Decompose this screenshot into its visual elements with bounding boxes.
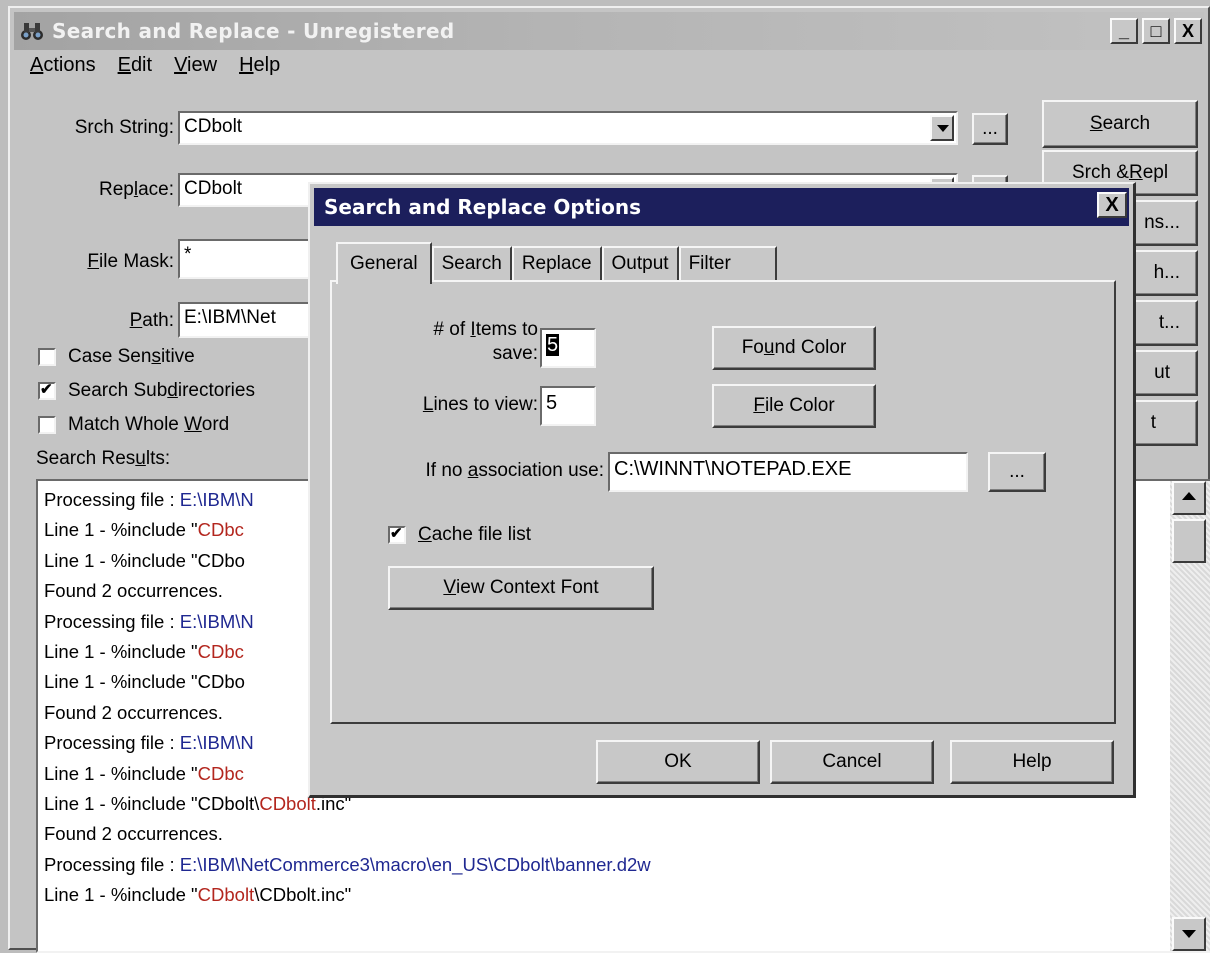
result-text: Line 1 - %include "CDbo (44, 549, 245, 571)
view-context-font-button[interactable]: View Context Font (388, 566, 654, 610)
case-sensitive-checkbox[interactable]: Case Sensitive (38, 346, 195, 368)
result-match: CDbolt (197, 884, 255, 906)
result-text: Line 1 - %include " (44, 519, 198, 541)
cancel-button[interactable]: Cancel (770, 740, 934, 784)
dialog-tabs: General Search Replace Output Filter (336, 242, 777, 284)
menu-view[interactable]: View (174, 54, 217, 77)
maximize-button[interactable]: □ (1142, 18, 1170, 44)
result-text: Line 1 - %include "CDbolt\ (44, 792, 260, 814)
srch-string-input[interactable]: CDbolt (178, 111, 958, 145)
result-text: Line 1 - %include " (44, 884, 198, 906)
help-button[interactable]: Help (950, 740, 1114, 784)
window-title: Search and Replace - Unregistered (52, 19, 455, 43)
search-subdirectories-label: Search Subdirectories (68, 380, 255, 401)
srch-string-browse-button[interactable]: ... (972, 113, 1008, 145)
replace-label: Replace: (98, 179, 174, 200)
association-value: C:\WINNT\NOTEPAD.EXE (614, 458, 852, 480)
dialog-close-button[interactable]: X (1097, 192, 1127, 218)
menu-actions[interactable]: Actions (30, 54, 96, 77)
match-whole-word-label: Match Whole Word (68, 414, 230, 435)
replace-value: CDbolt (184, 178, 243, 199)
srch-string-label: Srch String: (74, 117, 174, 138)
results-scrollbar[interactable] (1170, 481, 1210, 951)
association-label: If no association use: (425, 460, 604, 481)
file-mask-value: * (184, 244, 192, 265)
title-bar[interactable]: Search and Replace - Unregistered _ □ X (14, 12, 1204, 50)
case-sensitive-box[interactable] (38, 348, 56, 366)
cache-file-list-box[interactable] (388, 524, 406, 544)
search-button[interactable]: Search (1042, 100, 1198, 148)
search-subdirectories-checkbox[interactable]: Search Subdirectories (38, 380, 255, 402)
tab-filter[interactable]: Filter (678, 246, 777, 282)
cache-file-list-checkbox[interactable]: Cache file list (388, 524, 531, 546)
result-text: Processing file : (44, 610, 180, 632)
result-path: E:\IBM\NetCommerce3\macro\en_US\CDbolt\b… (179, 853, 651, 875)
result-line[interactable]: Line 1 - %include "CDbolt\CDbolt.inc" (44, 880, 1160, 910)
dialog-title: Search and Replace Options (324, 195, 642, 219)
menu-edit[interactable]: Edit (118, 54, 152, 77)
items-to-save-label: # of Items to save: (433, 319, 538, 364)
path-value: E:\IBM\Net (184, 307, 276, 328)
result-text: Line 1 - %include "CDbo (44, 671, 245, 693)
scroll-down-button[interactable] (1172, 917, 1206, 951)
result-text: Line 1 - %include " (44, 762, 198, 784)
result-path: E:\IBM\N (179, 489, 254, 510)
lines-to-view-input[interactable]: 5 (540, 386, 596, 426)
general-tab-panel: # of Items to save: 5 Lines to view: 5 F… (330, 280, 1116, 724)
association-browse-button[interactable]: ... (988, 452, 1046, 492)
result-match: CDbc (197, 519, 244, 541)
case-sensitive-label: Case Sensitive (68, 346, 195, 367)
result-text: Processing file : (44, 853, 180, 875)
ok-button[interactable]: OK (596, 740, 760, 784)
items-to-save-value: 5 (546, 334, 560, 356)
minimize-button[interactable]: _ (1110, 18, 1138, 44)
menu-bar: Actions Edit View Help (30, 54, 280, 77)
result-text: Line 1 - %include " (44, 640, 198, 662)
scroll-up-button[interactable] (1172, 481, 1206, 515)
options-dialog: Search and Replace Options X General Sea… (308, 182, 1136, 798)
file-mask-label: File Mask: (87, 251, 174, 272)
menu-help[interactable]: Help (239, 54, 280, 77)
result-match: CDbc (197, 762, 244, 784)
result-text: Found 2 occurrences. (44, 823, 223, 845)
result-text: Processing file : (44, 489, 180, 510)
match-whole-word-checkbox[interactable]: Match Whole Word (38, 414, 229, 436)
dialog-title-bar[interactable]: Search and Replace Options (314, 188, 1129, 226)
result-path: E:\IBM\N (179, 610, 254, 632)
tab-replace[interactable]: Replace (511, 246, 602, 282)
result-text: \CDbolt.inc" (254, 884, 352, 906)
result-text: Found 2 occurrences. (44, 701, 223, 723)
result-path: E:\IBM\N (179, 732, 254, 754)
file-color-button[interactable]: File Color (712, 384, 876, 428)
path-label: Path: (129, 310, 174, 331)
result-line[interactable]: Processing file : E:\IBM\NetCommerce3\ma… (44, 850, 1160, 880)
result-text: Found 2 occurrences. (44, 580, 223, 602)
items-to-save-input[interactable]: 5 (540, 328, 596, 368)
binoculars-icon (21, 23, 43, 40)
srch-string-value: CDbolt (184, 116, 243, 137)
result-line[interactable]: Found 2 occurrences. (44, 819, 1160, 849)
close-button[interactable]: X (1174, 18, 1202, 44)
tab-general[interactable]: General (336, 242, 432, 284)
search-subdirectories-box[interactable] (38, 380, 56, 400)
cache-file-list-label: Cache file list (418, 524, 532, 545)
lines-to-view-value: 5 (546, 392, 558, 414)
tab-output[interactable]: Output (601, 246, 679, 282)
lines-to-view-label: Lines to view: (422, 394, 538, 415)
scroll-thumb[interactable] (1172, 519, 1206, 563)
result-text: Processing file : (44, 732, 180, 754)
tab-search[interactable]: Search (431, 246, 512, 282)
match-whole-word-box[interactable] (38, 416, 56, 434)
association-input[interactable]: C:\WINNT\NOTEPAD.EXE (608, 452, 968, 492)
result-match: CDbc (197, 640, 244, 662)
found-color-button[interactable]: Fo u nd Color (712, 326, 876, 370)
srch-string-dropdown-arrow[interactable] (930, 115, 954, 141)
search-results-label: Search Results: (36, 448, 171, 469)
